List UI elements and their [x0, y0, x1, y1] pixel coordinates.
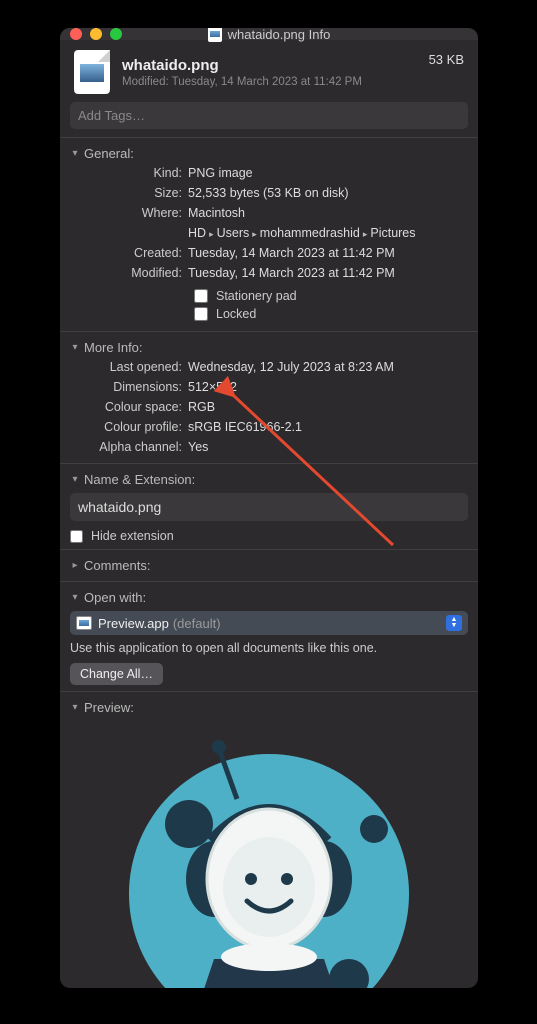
alpha-channel-value: Yes [188, 437, 468, 457]
modified-label: Modified: [70, 263, 188, 283]
section-comments-header[interactable]: ▸ Comments: [70, 556, 468, 575]
chevron-down-icon: ▾ [70, 342, 80, 353]
where-label: Where: [70, 203, 188, 243]
path-part: Pictures [370, 226, 415, 240]
open-with-app-name: Preview.app [98, 616, 169, 631]
section-open-with-title: Open with: [84, 590, 146, 605]
chevron-down-icon: ▾ [70, 702, 80, 713]
size-value: 52,533 bytes (53 KB on disk) [188, 183, 468, 203]
section-name-ext: ▾ Name & Extension: Hide extension [60, 463, 478, 549]
path-separator-icon: ▸ [363, 229, 368, 239]
section-name-ext-header[interactable]: ▾ Name & Extension: [70, 470, 468, 489]
section-more-info: ▾ More Info: Last opened:Wednesday, 12 J… [60, 331, 478, 463]
minimize-icon[interactable] [90, 28, 102, 40]
section-more-info-title: More Info: [84, 340, 143, 355]
section-preview-header[interactable]: ▾ Preview: [70, 698, 468, 717]
window-controls [70, 28, 122, 40]
zoom-icon[interactable] [110, 28, 122, 40]
section-general: ▾ General: Kind:PNG image Size:52,533 by… [60, 137, 478, 331]
created-label: Created: [70, 243, 188, 263]
tags-placeholder: Add Tags… [78, 108, 145, 123]
section-comments: ▸ Comments: [60, 549, 478, 581]
preview-thumbnail [70, 717, 468, 988]
dimensions-value: 512×512 [188, 377, 468, 397]
colour-profile-value: sRGB IEC61966-2.1 [188, 417, 468, 437]
colour-space-value: RGB [188, 397, 468, 417]
chevron-down-icon: ▾ [70, 592, 80, 603]
colour-profile-label: Colour profile: [70, 417, 188, 437]
section-name-ext-title: Name & Extension: [84, 472, 195, 487]
tags-field[interactable]: Add Tags… [70, 102, 468, 129]
file-thumbnail-icon [74, 50, 110, 94]
path-separator-icon: ▸ [209, 229, 214, 239]
stationery-label: Stationery pad [216, 289, 297, 303]
path-separator-icon: ▸ [252, 229, 257, 239]
stationery-checkbox[interactable]: Stationery pad [194, 289, 468, 303]
section-general-title: General: [84, 146, 134, 161]
updown-arrows-icon: ▲▼ [446, 615, 462, 631]
path-part: Users [217, 226, 250, 240]
filename-input[interactable] [70, 493, 468, 521]
file-icon [208, 28, 222, 42]
kind-value: PNG image [188, 163, 468, 183]
section-more-info-header[interactable]: ▾ More Info: [70, 338, 468, 357]
section-general-header[interactable]: ▾ General: [70, 144, 468, 163]
last-opened-label: Last opened: [70, 357, 188, 377]
change-all-button[interactable]: Change All… [70, 663, 163, 685]
hide-extension-checkbox[interactable]: Hide extension [70, 529, 468, 543]
robot-image [119, 729, 419, 988]
locked-checkbox[interactable]: Locked [194, 307, 468, 321]
size-label: Size: [70, 183, 188, 203]
path-part: mohammedrashid [260, 226, 360, 240]
section-open-with: ▾ Open with: Preview.app (default) ▲▼ Us… [60, 581, 478, 691]
section-preview-title: Preview: [84, 700, 134, 715]
modified-line: Modified: Tuesday, 14 March 2023 at 11:4… [122, 76, 419, 88]
chevron-down-icon: ▾ [70, 474, 80, 485]
where-value: Macintosh HD▸Users▸mohammedrashid▸Pictur… [188, 203, 468, 243]
close-icon[interactable] [70, 28, 82, 40]
titlebar: whataido.png Info [60, 28, 478, 40]
hide-extension-label: Hide extension [91, 529, 174, 543]
locked-label: Locked [216, 307, 256, 321]
open-with-hint: Use this application to open all documen… [70, 641, 468, 655]
open-with-dropdown[interactable]: Preview.app (default) ▲▼ [70, 611, 468, 635]
hide-extension-checkbox-input[interactable] [70, 530, 83, 543]
chevron-right-icon: ▸ [70, 560, 80, 571]
colour-space-label: Colour space: [70, 397, 188, 417]
kind-label: Kind: [70, 163, 188, 183]
section-preview: ▾ Preview: [60, 691, 478, 988]
modified-value: Tuesday, 14 March 2023 at 11:42 PM [188, 263, 468, 283]
open-with-default-suffix: (default) [173, 616, 221, 631]
last-opened-value: Wednesday, 12 July 2023 at 8:23 AM [188, 357, 468, 377]
window-title-text: whataido.png Info [228, 28, 331, 42]
created-value: Tuesday, 14 March 2023 at 11:42 PM [188, 243, 468, 263]
preview-app-icon [76, 616, 92, 630]
stationery-checkbox-input[interactable] [194, 289, 208, 303]
info-window: whataido.png Info whataido.png Modified:… [60, 28, 478, 988]
section-open-with-header[interactable]: ▾ Open with: [70, 588, 468, 607]
section-comments-title: Comments: [84, 558, 150, 573]
alpha-channel-label: Alpha channel: [70, 437, 188, 457]
window-title: whataido.png Info [60, 28, 478, 42]
locked-checkbox-input[interactable] [194, 307, 208, 321]
file-header: whataido.png Modified: Tuesday, 14 March… [60, 40, 478, 102]
file-size: 53 KB [429, 50, 464, 67]
chevron-down-icon: ▾ [70, 148, 80, 159]
dimensions-label: Dimensions: [70, 377, 188, 397]
filename: whataido.png [122, 57, 419, 74]
